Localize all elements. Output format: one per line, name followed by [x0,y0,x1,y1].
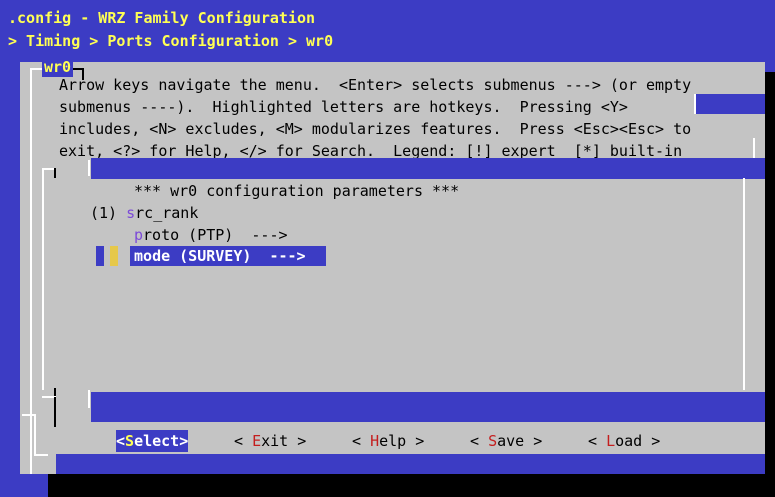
button-hotkey: L [606,432,616,450]
dialog-frame-top-left [30,68,42,70]
menu-item-hotkey: mo [134,247,153,265]
button-hotkey: H [370,432,380,450]
dialog-shadow-bottom [48,474,775,497]
button-label: elp [379,432,407,450]
button-close: > [524,432,543,450]
bottom-frame-inner [54,397,56,427]
button-close: > [179,432,189,450]
help-line-2: submenus ----). Highlighted letters are … [59,98,628,116]
button-hotkey: E [252,432,262,450]
button-open: < [116,432,126,450]
window-title: .config - WRZ Family Configuration [8,9,316,27]
button-close: > [642,432,661,450]
exit-button[interactable]: < Exit > [234,430,306,452]
bottom-frame-bottom [34,454,48,456]
button-close: > [288,432,307,450]
menu-item-src-rank[interactable]: (1) src_rank [90,202,198,224]
button-open: < [588,432,607,450]
menu-bottom-tick [88,390,90,408]
button-close: > [406,432,425,450]
button-label: oad [615,432,643,450]
load-button[interactable]: < Load > [588,430,660,452]
dialog-shadow-right [765,72,775,497]
select-button[interactable]: <Select> [116,430,189,452]
menu-item-prefix: (1) [90,204,127,222]
menu-item-hotkey: p [134,226,144,244]
button-label: elect [134,432,180,450]
bottom-bar [56,454,765,474]
menu-frame-left [42,168,44,390]
breadcrumb: > Timing > Ports Configuration > wr0 [8,32,334,50]
menu-heading: *** wr0 configuration parameters *** [134,182,460,200]
menu-item-label: rc_rank [135,204,199,222]
help-line-1: Arrow keys navigate the menu. <Enter> se… [59,76,692,94]
menu-frame-corner [54,168,56,178]
button-hotkey: S [125,432,135,450]
selection-cursor [110,246,118,266]
help-scroll-indicator [695,94,765,114]
bottom-frame-left [34,414,36,454]
menu-item-mode[interactable]: mode (SURVEY) ---> [134,245,306,267]
bottom-frame-tick [22,414,36,416]
menu-item-label: de (SURVEY) ---> [152,247,306,265]
config-dialog: wr0 Arrow keys navigate the menu. <Enter… [20,57,765,474]
button-hotkey: S [488,432,498,450]
menu-item-hotkey: s [126,204,136,222]
help-line-3: includes, <N> excludes, <M> modularizes … [59,120,692,138]
button-open: < [234,432,253,450]
button-label: xit [261,432,289,450]
selection-marker-left [96,246,104,266]
save-button[interactable]: < Save > [470,430,542,452]
menu-item-proto[interactable]: proto (PTP) ---> [134,224,288,246]
menu-frame-right [743,178,745,390]
help-right-edge [753,138,755,158]
button-label: ave [497,432,525,450]
menu-bottom-bar [91,392,765,422]
menu-item-label: roto (PTP) ---> [143,226,288,244]
help-scroll-edge [694,94,696,114]
menu-top-tick [88,160,90,176]
button-open: < [352,432,371,450]
menu-top-bar [91,158,765,179]
button-open: < [470,432,489,450]
help-button[interactable]: < Help > [352,430,424,452]
